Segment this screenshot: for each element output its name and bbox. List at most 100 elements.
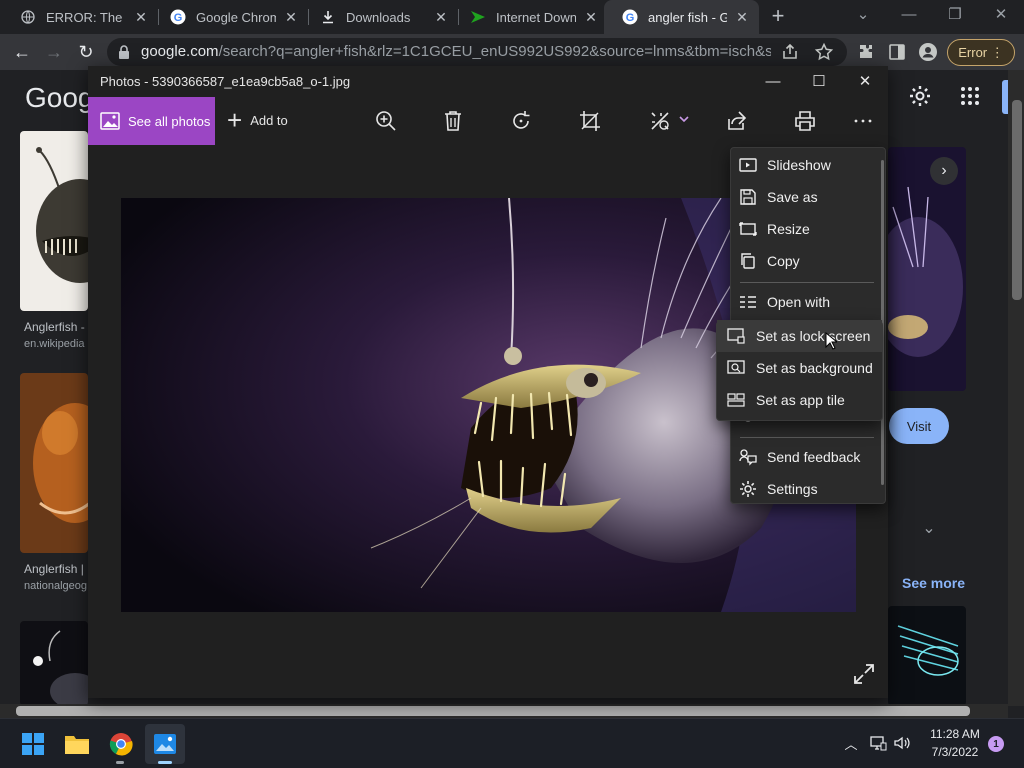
add-to-label: Add to [250,112,288,128]
zoom-in-icon[interactable] [373,108,399,134]
close-icon[interactable]: ✕ [134,9,148,25]
tab-error[interactable]: ERROR: The requ ✕ [2,0,158,34]
tab-angler-fish[interactable]: G angler fish - Go ✕ [604,0,759,34]
notification-count-badge[interactable]: 1 [988,736,1004,752]
tab-downloads[interactable]: Downloads ✕ [302,0,458,34]
forward-arrow-icon[interactable]: → [43,41,65,63]
google-logo[interactable]: Goog [25,82,94,114]
maximize-icon[interactable]: ☐ [796,68,842,96]
visit-button[interactable]: Visit [889,408,949,444]
more-options-ellipsis-icon[interactable] [850,108,876,134]
tab-google-chrome[interactable]: G Google Chrome ✕ [152,0,308,34]
minimize-icon[interactable]: — [750,68,796,96]
volume-speaker-icon[interactable] [893,734,911,752]
tab-title: ERROR: The requ [46,9,126,25]
reload-icon[interactable]: ↻ [75,41,97,63]
chrome-icon[interactable] [101,724,141,764]
minimize-icon[interactable]: — [886,3,932,29]
submenu-item-set-as-background[interactable]: Set as background [726,352,873,384]
menu-item-slideshow[interactable]: Slideshow [738,149,831,181]
side-panel-icon[interactable] [887,42,907,62]
close-icon[interactable]: ✕ [284,9,298,25]
result-caption[interactable]: Anglerfish | [24,562,88,576]
tab-title: Google Chrome [196,9,276,25]
show-hidden-icons-chevron-icon[interactable]: ︿ [842,734,860,752]
submenu-item-label: Set as background [756,360,873,376]
settings-gear-icon[interactable] [908,84,932,108]
edit-enhance-icon[interactable] [649,108,689,134]
photos-app-icon[interactable] [145,724,185,764]
network-icon[interactable] [869,734,887,752]
settings-gear-icon [738,479,758,499]
extensions-icon[interactable] [856,42,876,62]
menu-item-label: Copy [767,253,800,269]
chevron-down-icon[interactable]: ⌄ [920,518,938,537]
menu-item-save-as[interactable]: Save as [738,181,818,213]
preview-image[interactable] [888,147,966,391]
close-icon[interactable]: ✕ [584,9,598,25]
result-source: en.wikipedia [24,338,85,350]
start-windows-icon[interactable] [13,724,53,764]
url-path: /search?q=angler+fish&rlz=1C1GCEU_enUS99… [218,43,771,60]
related-thumbnail[interactable] [888,606,966,706]
menu-item-open-with[interactable]: Open with [738,286,830,318]
tab-search-icon[interactable]: ⌄ [840,3,886,29]
copy-icon [738,251,758,271]
menu-item-label: Slideshow [767,157,831,173]
back-arrow-icon[interactable]: ← [11,41,33,63]
close-window-icon[interactable]: ✕ [978,3,1024,29]
fullscreen-expand-icon[interactable] [852,662,876,686]
see-more-link[interactable]: See more [902,575,965,591]
result-source: nationalgeog [24,580,88,592]
svg-text:G: G [174,12,183,24]
scrollbar-thumb[interactable] [1012,100,1022,300]
tab-title: angler fish - Go [648,9,727,25]
close-icon[interactable]: ✕ [842,68,888,96]
result-thumbnail[interactable] [20,621,88,706]
file-explorer-icon[interactable] [57,724,97,764]
profile-avatar-icon[interactable] [918,42,938,62]
profile-error-badge[interactable]: Error ⋮ [947,39,1015,66]
running-indicator [116,761,124,764]
close-icon[interactable]: ✕ [434,9,448,25]
result-caption[interactable]: Anglerfish - [24,320,88,334]
apps-grid-icon[interactable] [960,86,980,106]
submenu-item-set-as-lock-screen[interactable]: Set as lock screen [717,320,882,352]
new-tab-button[interactable]: + [767,5,789,28]
resize-icon [738,219,758,239]
menu-item-send-feedback[interactable]: Send feedback [738,441,860,473]
clock-time[interactable]: 11:28 AM [925,727,985,741]
menu-item-label: Send feedback [767,449,861,465]
result-thumbnail[interactable] [20,373,88,553]
menu-item-settings[interactable]: Settings [738,473,818,505]
clock-date[interactable]: 7/3/2022 [925,745,985,759]
app-tile-icon [726,390,746,410]
result-thumbnail[interactable] [20,131,88,311]
print-icon[interactable] [792,108,818,134]
share-icon[interactable] [724,108,750,134]
url-text[interactable]: google.com/search?q=angler+fish&rlz=1C1G… [141,43,771,61]
error-label: Error [958,45,988,60]
rotate-icon[interactable] [508,108,534,134]
next-image-chevron-icon[interactable]: › [930,157,958,185]
add-to-button[interactable]: + Add to [227,107,288,133]
menu-divider [740,282,874,283]
svg-text:G: G [626,12,635,24]
url-host: google.com [141,43,219,60]
delete-trash-icon[interactable] [440,108,466,134]
submenu-item-set-as-app-tile[interactable]: Set as app tile [726,384,845,416]
close-icon[interactable]: ✕ [735,9,749,25]
menu-item-resize[interactable]: Resize [738,213,810,245]
menu-item-copy[interactable]: Copy [738,245,800,277]
share-icon[interactable] [780,42,800,62]
photos-window-title: Photos - 5390366587_e1ea9cb5a8_o-1.jpg [100,74,351,89]
submenu-item-label: Set as app tile [756,392,845,408]
see-all-photos-button[interactable]: See all photos [88,97,215,145]
active-indicator [158,761,172,764]
bookmark-star-icon[interactable] [814,42,834,62]
tab-internet-download-manager[interactable]: Internet Downlo ✕ [452,0,608,34]
crop-icon[interactable] [577,108,603,134]
restore-icon[interactable]: ❐ [932,3,978,29]
scrollbar-thumb[interactable] [16,706,970,716]
google-icon: G [170,9,186,25]
